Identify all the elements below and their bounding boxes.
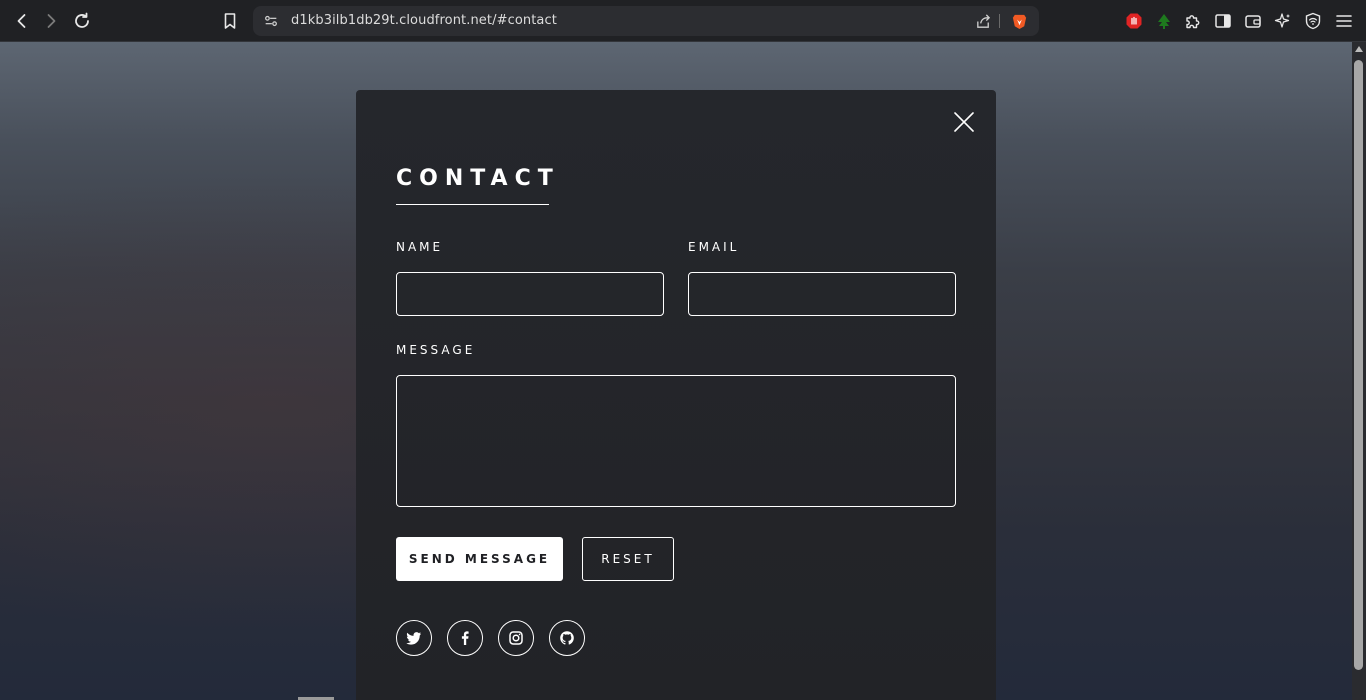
url-text[interactable]: d1kb3ilb1db29t.cloudfront.net/#contact bbox=[291, 13, 557, 28]
message-field[interactable] bbox=[396, 375, 956, 507]
facebook-icon[interactable] bbox=[447, 620, 483, 656]
page-title: CONTACT bbox=[396, 166, 560, 191]
github-icon[interactable] bbox=[549, 620, 585, 656]
name-label: NAME bbox=[396, 240, 444, 254]
scrollbar-thumb[interactable] bbox=[1354, 60, 1363, 670]
send-message-button[interactable]: SEND MESSAGE bbox=[396, 537, 563, 581]
wallet-icon[interactable] bbox=[1239, 7, 1267, 35]
sidebar-icon[interactable] bbox=[1209, 7, 1237, 35]
leo-ai-icon[interactable] bbox=[1269, 7, 1297, 35]
tree-extension-icon[interactable] bbox=[1150, 7, 1178, 35]
email-field[interactable] bbox=[688, 272, 956, 316]
title-underline bbox=[396, 204, 549, 205]
brave-shields-icon[interactable] bbox=[1009, 11, 1029, 31]
name-field[interactable] bbox=[396, 272, 664, 316]
bookmark-icon[interactable] bbox=[216, 7, 244, 35]
scroll-up-arrow[interactable] bbox=[1355, 46, 1363, 52]
message-label: MESSAGE bbox=[396, 343, 476, 357]
reload-icon[interactable] bbox=[68, 7, 96, 35]
scrollbar[interactable] bbox=[1352, 42, 1366, 700]
adblock-icon[interactable] bbox=[1120, 7, 1148, 35]
email-label: EMAIL bbox=[688, 240, 740, 254]
instagram-icon[interactable] bbox=[498, 620, 534, 656]
vpn-shield-icon[interactable] bbox=[1299, 7, 1327, 35]
back-icon[interactable] bbox=[8, 7, 36, 35]
divider bbox=[999, 14, 1000, 28]
twitter-icon[interactable] bbox=[396, 620, 432, 656]
puzzle-icon[interactable] bbox=[1179, 7, 1207, 35]
share-icon[interactable] bbox=[973, 11, 993, 31]
menu-icon[interactable] bbox=[1330, 7, 1358, 35]
reset-button[interactable]: RESET bbox=[582, 537, 674, 581]
close-icon[interactable] bbox=[952, 110, 976, 134]
browser-toolbar: d1kb3ilb1db29t.cloudfront.net/#contact bbox=[0, 0, 1366, 42]
address-bar[interactable]: d1kb3ilb1db29t.cloudfront.net/#contact bbox=[253, 6, 1039, 36]
site-settings-icon[interactable] bbox=[262, 12, 280, 30]
forward-icon[interactable] bbox=[37, 7, 65, 35]
contact-modal: CONTACT NAME EMAIL MESSAGE SEND MESSAGE … bbox=[356, 90, 996, 700]
